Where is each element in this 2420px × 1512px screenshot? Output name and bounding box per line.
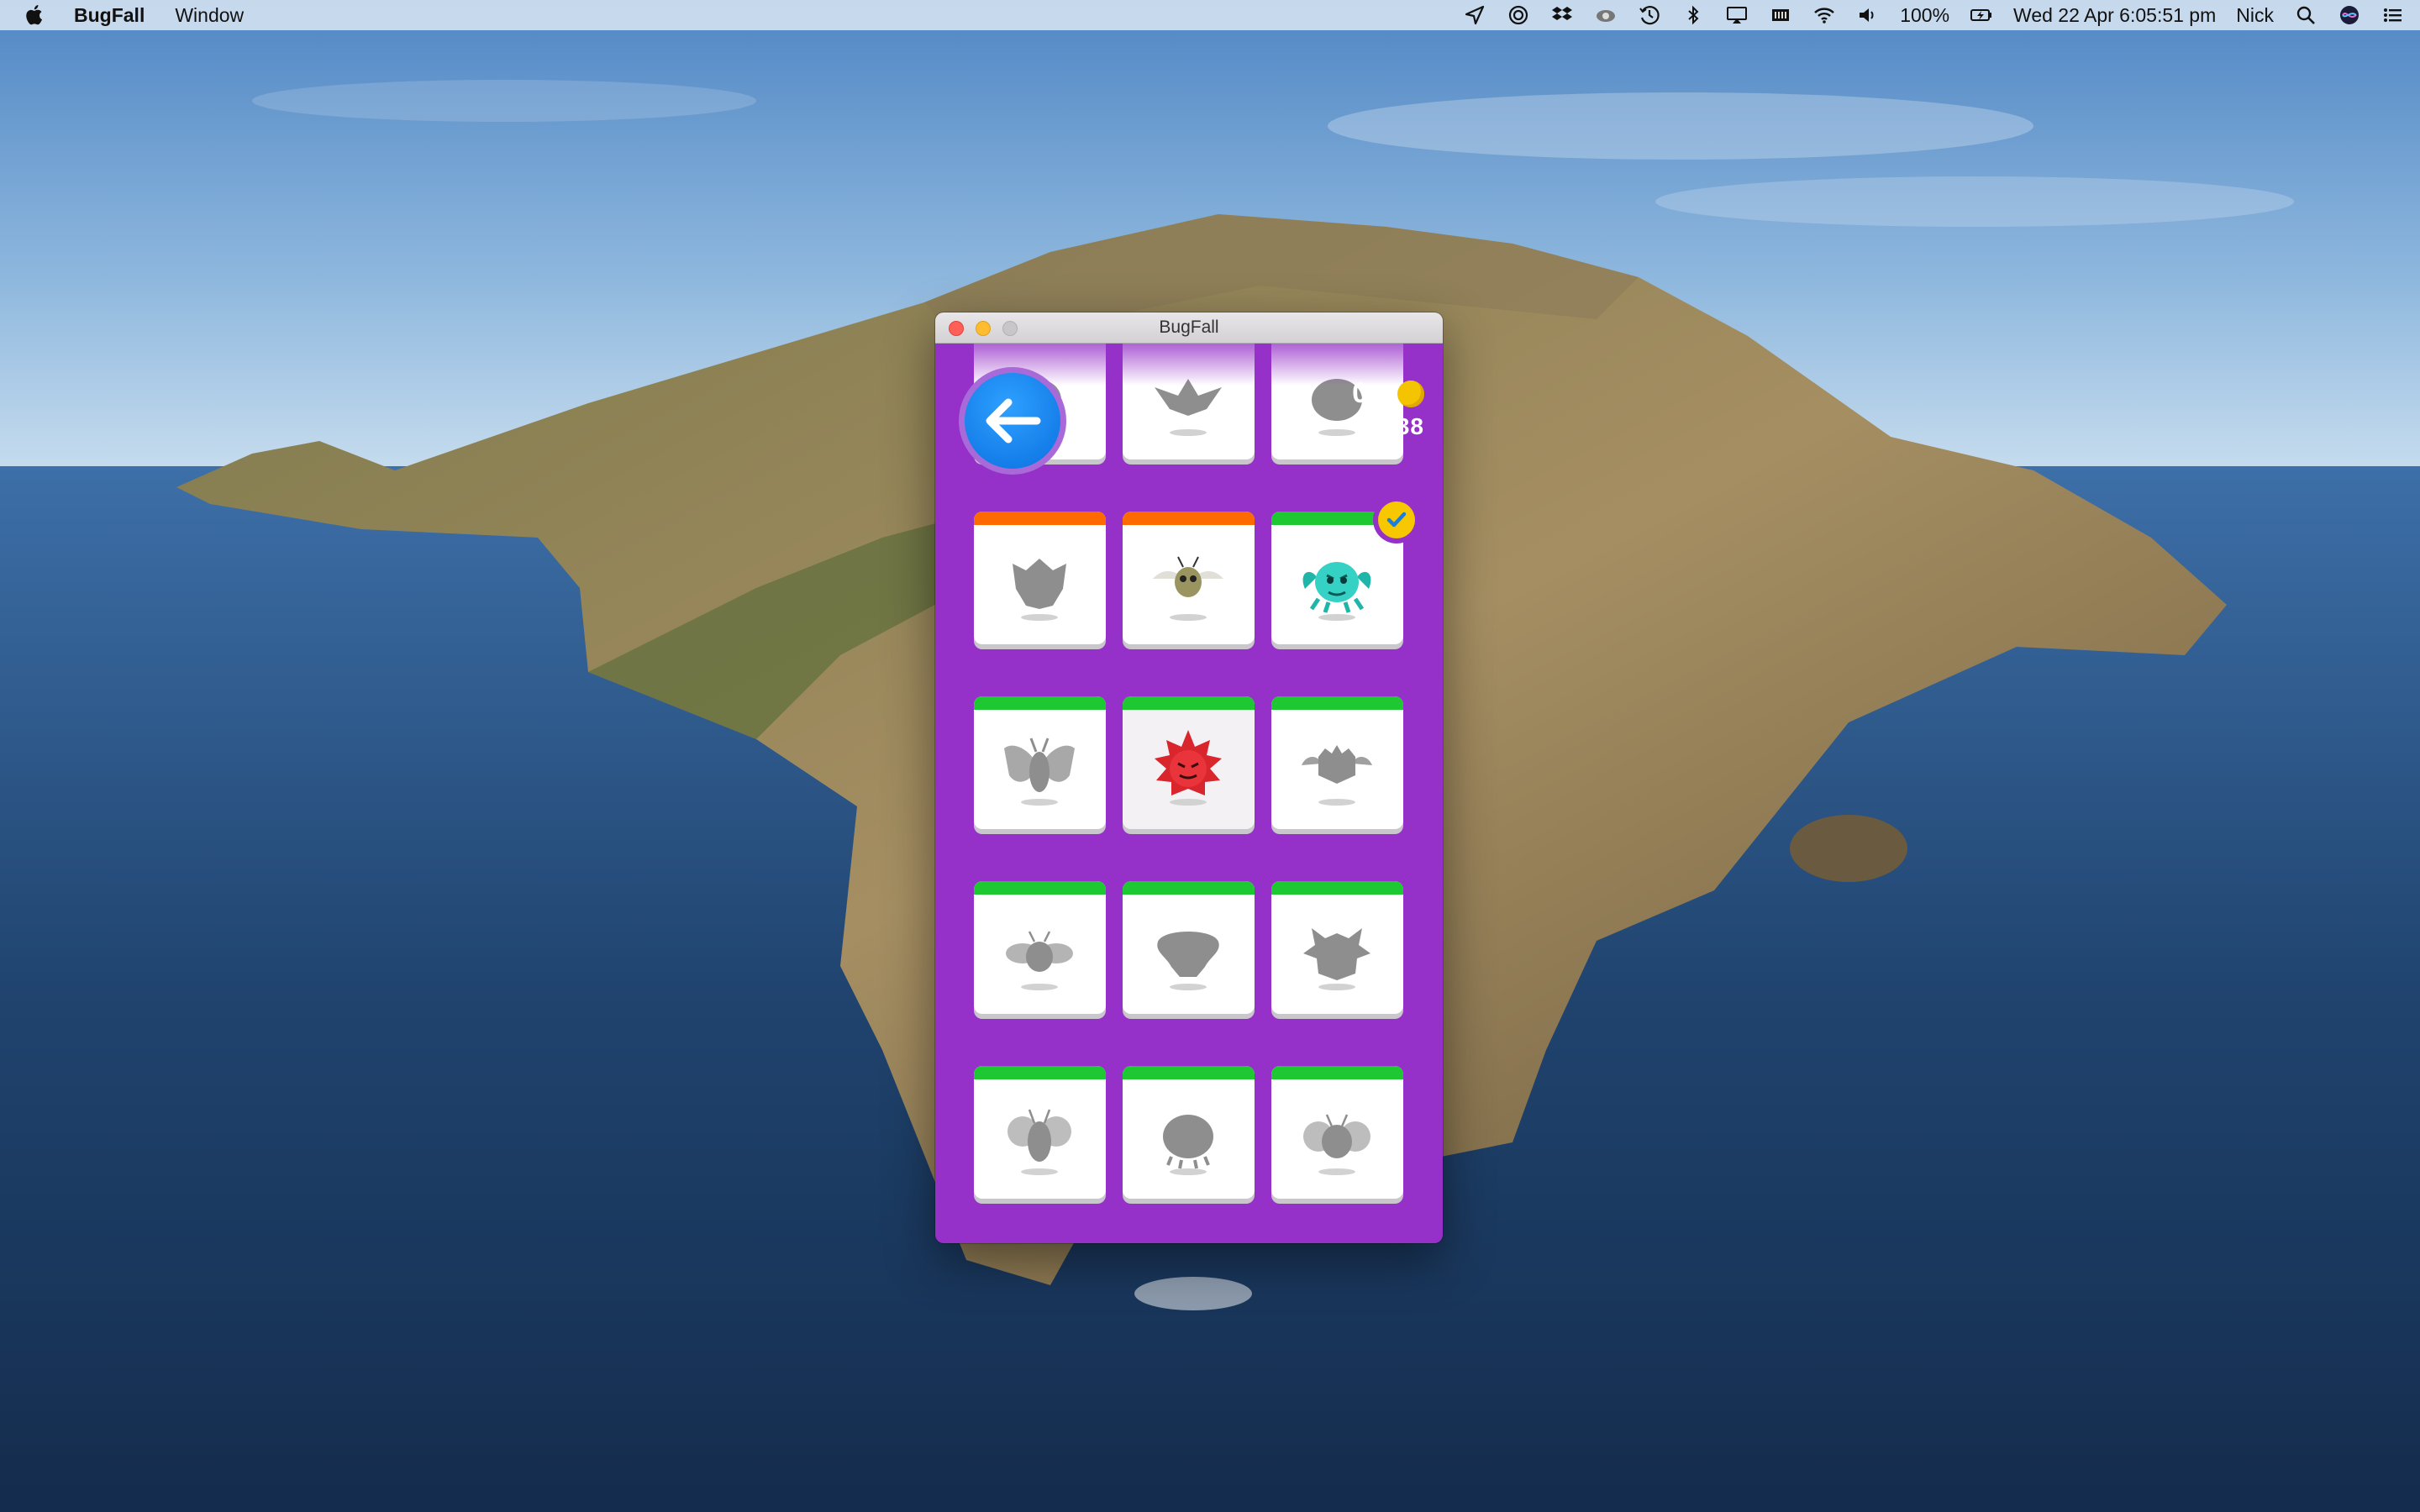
notification-center-icon[interactable] [2381,3,2405,27]
rarity-band [1123,512,1255,525]
bug-card[interactable] [1123,881,1255,1014]
arrow-left-icon [986,398,1041,444]
moth-silhouette-icon [997,723,1081,807]
minimize-window-button[interactable] [976,321,991,336]
target-icon[interactable] [1507,3,1530,27]
bug-card-body [974,1066,1106,1199]
apple-menu-icon[interactable] [25,4,44,26]
hud: 0 x 5/38 [1352,377,1424,440]
rarity-band [974,512,1106,525]
bug-card-body [974,696,1106,829]
bug-card-body [1123,512,1255,644]
rarity-band [1271,696,1403,710]
blob-bug-silhouette-icon [1146,908,1230,992]
airplay-icon[interactable] [1725,3,1749,27]
app-menu[interactable]: BugFall [74,4,145,27]
close-window-button[interactable] [949,321,964,336]
bug-card-body [1271,1066,1403,1199]
bug-card-body [1123,1066,1255,1199]
shell-bug-silhouette-icon [1146,1093,1230,1177]
rarity-band [1123,696,1255,710]
rarity-band [974,696,1106,710]
bug-card[interactable] [1123,344,1255,459]
cloud-sync-icon[interactable] [1594,3,1618,27]
rarity-band [1271,1066,1403,1079]
teal-crab-bug-icon [1295,538,1379,622]
fluffy-bug-silhouette-icon [1295,723,1379,807]
memory-icon[interactable] [1769,3,1792,27]
bug-card-grid [974,344,1420,1199]
bug-card[interactable] [974,881,1106,1014]
bug-card-body [1123,344,1255,459]
bug-card-body [1123,696,1255,829]
back-button[interactable] [959,367,1066,475]
fat-fly-silhouette-icon [1295,1093,1379,1177]
bug-card-body [974,512,1106,644]
spotlight-search-icon[interactable] [2294,3,2317,27]
coin-count: 0 [1352,377,1369,409]
siri-icon[interactable] [2338,3,2361,27]
volume-icon[interactable] [1856,3,1880,27]
rarity-band [974,881,1106,895]
winged-bug-silhouette-icon [1146,354,1230,438]
window-menu[interactable]: Window [175,4,244,27]
bug-card[interactable] [974,512,1106,644]
wifi-icon[interactable] [1812,3,1836,27]
bugfall-window: BugFall 0 x 5/38 [935,312,1443,1243]
bug-card[interactable] [1271,696,1403,829]
furry-bug-silhouette-icon [997,538,1081,622]
battery-charging-icon[interactable] [1970,3,1993,27]
clock[interactable]: Wed 22 Apr 6:05:51 pm [2013,4,2216,27]
bug-collection-screen: 0 x 5/38 [935,344,1443,1243]
rarity-band [1271,881,1403,895]
bug-card[interactable] [1123,512,1255,644]
coin-icon [1397,380,1424,407]
red-spiky-bug-icon [1146,723,1230,807]
time-machine-icon[interactable] [1638,3,1661,27]
equipped-badge [1373,496,1420,543]
bug-card[interactable] [1271,1066,1403,1199]
rarity-band [1123,881,1255,895]
bug-card-body [1271,696,1403,829]
dropbox-icon[interactable] [1550,3,1574,27]
moth-bug-icon [1146,538,1230,622]
bug-card[interactable] [1271,881,1403,1014]
times-sign: x [1375,377,1391,409]
collection-progress: 5/38 [1375,413,1424,439]
bee-silhouette-icon [997,1093,1081,1177]
bug-card[interactable] [1271,496,1420,644]
user-menu[interactable]: Nick [2236,4,2274,27]
bug-card-body [1271,881,1403,1014]
bluetooth-icon[interactable] [1681,3,1705,27]
bug-card[interactable] [974,696,1106,829]
menu-bar: BugFall Window 100% Wed 22 Apr 6:05:51 p… [0,0,2420,30]
zoom-window-button[interactable] [1002,321,1018,336]
bug-card[interactable] [1123,696,1255,829]
window-title: BugFall [1159,318,1219,337]
battery-percentage: 100% [1900,3,1950,26]
bug-card-body [1123,881,1255,1014]
bug-card[interactable] [974,1066,1106,1199]
checkmark-icon [1386,512,1407,528]
horned-bug-silhouette-icon [1295,908,1379,992]
bug-card-body [974,881,1106,1014]
rarity-band [1123,1066,1255,1079]
bug-card[interactable] [1123,1066,1255,1199]
rarity-band [974,1066,1106,1079]
window-titlebar[interactable]: BugFall [935,312,1443,344]
send-icon[interactable] [1463,3,1486,27]
fly-silhouette-icon [997,908,1081,992]
